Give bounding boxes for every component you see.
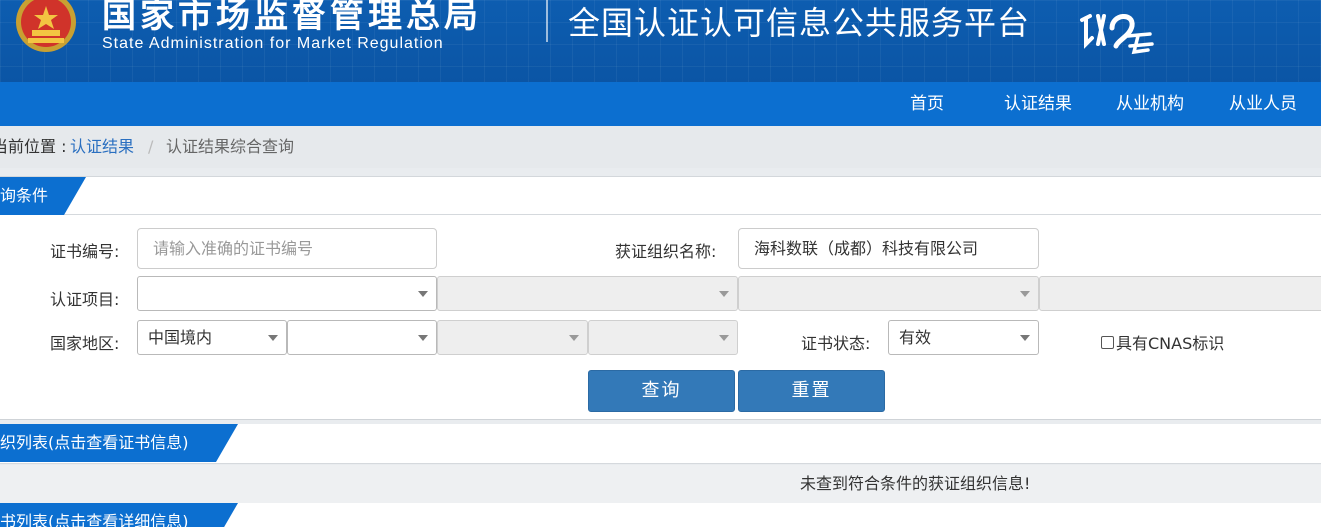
cnas-checkbox[interactable] — [1101, 335, 1114, 349]
header-divider — [546, 0, 548, 42]
cert-status-select[interactable]: 有效 — [888, 320, 1039, 355]
chevron-down-icon — [719, 335, 729, 341]
nav-item-practitioners[interactable]: 从业人员 — [1229, 82, 1297, 126]
breadcrumb-link-cert-results[interactable]: 认证结果 — [70, 126, 134, 168]
reset-button[interactable]: 重置 — [738, 370, 885, 412]
org-list-section-header: 组织列表(点击查看证书信息) — [0, 424, 1321, 464]
breadcrumb: 当前位置 : 认证结果 / 认证结果综合查询 — [0, 126, 1321, 168]
region-label: 国家地区: — [50, 334, 120, 353]
chevron-down-icon — [418, 291, 428, 297]
breadcrumb-separator: / — [148, 137, 154, 156]
cert-list-section-title: 证书列表(点击查看详细信息) — [0, 503, 238, 527]
chevron-down-icon — [719, 291, 729, 297]
org-name-label: 获证组织名称: — [615, 242, 717, 261]
cert-project-select-1[interactable] — [137, 276, 437, 311]
main-nav: 首页 认证结果 从业机构 从业人员 — [0, 82, 1321, 126]
org-list-empty-row: 未查到符合条件的获证组织信息! — [0, 465, 1321, 503]
chevron-down-icon — [418, 335, 428, 341]
cnas-checkbox-group[interactable]: 具有CNAS标识 — [1101, 330, 1224, 354]
agency-chinese-title: 国家市场监督管理总局 — [102, 0, 482, 36]
org-name-input[interactable]: 海科数联（成都）科技有限公司 — [738, 228, 1039, 269]
search-button[interactable]: 查询 — [588, 370, 735, 412]
cert-status-value: 有效 — [899, 328, 932, 347]
chevron-down-icon — [268, 335, 278, 341]
region-select-province[interactable] — [287, 320, 437, 355]
cert-status-label: 证书状态: — [801, 334, 871, 353]
nav-item-cert-results[interactable]: 认证结果 — [1004, 82, 1072, 126]
national-emblem-icon — [16, 0, 76, 52]
region-select-city — [437, 320, 588, 355]
cert-project-select-3 — [738, 276, 1039, 311]
cert-list-section-header: 证书列表(点击查看详细信息) — [0, 503, 1321, 527]
region-select-country[interactable]: 中国境内 — [137, 320, 287, 355]
cert-project-select-2 — [437, 276, 738, 311]
chevron-down-icon — [1020, 335, 1030, 341]
region-select-district — [588, 320, 738, 355]
org-list-section-title: 组织列表(点击查看证书信息) — [0, 424, 238, 462]
cert-no-input[interactable]: 请输入准确的证书编号 — [137, 228, 437, 269]
query-panel: 查询条件 证书编号: 请输入准确的证书编号 获证组织名称: 海科数联（成都）科技… — [0, 176, 1321, 420]
query-section-title: 查询条件 — [0, 177, 86, 215]
query-section-header: 查询条件 — [0, 177, 1321, 215]
agency-english-title: State Administration for Market Regulati… — [102, 35, 444, 52]
cert-project-label: 认证项目: — [50, 290, 120, 309]
breadcrumb-current: 认证结果综合查询 — [166, 137, 295, 156]
breadcrumb-label: 当前位置 : — [0, 137, 67, 156]
cert-no-label: 证书编号: — [50, 242, 120, 261]
renyun-logo-icon — [1080, 14, 1154, 55]
org-list-empty-message: 未查到符合条件的获证组织信息! — [800, 474, 1031, 493]
chevron-down-icon — [1020, 291, 1030, 297]
nav-item-home[interactable]: 首页 — [910, 82, 944, 126]
chevron-down-icon — [569, 335, 579, 341]
cert-project-select-4 — [1039, 276, 1321, 311]
platform-title: 全国认证认可信息公共服务平台 — [568, 4, 1031, 42]
cnas-checkbox-label: 具有CNAS标识 — [1116, 334, 1225, 353]
site-header: 国家市场监督管理总局 State Administration for Mark… — [0, 0, 1321, 82]
nav-item-institutions[interactable]: 从业机构 — [1116, 82, 1184, 126]
region-select-value: 中国境内 — [148, 328, 213, 347]
